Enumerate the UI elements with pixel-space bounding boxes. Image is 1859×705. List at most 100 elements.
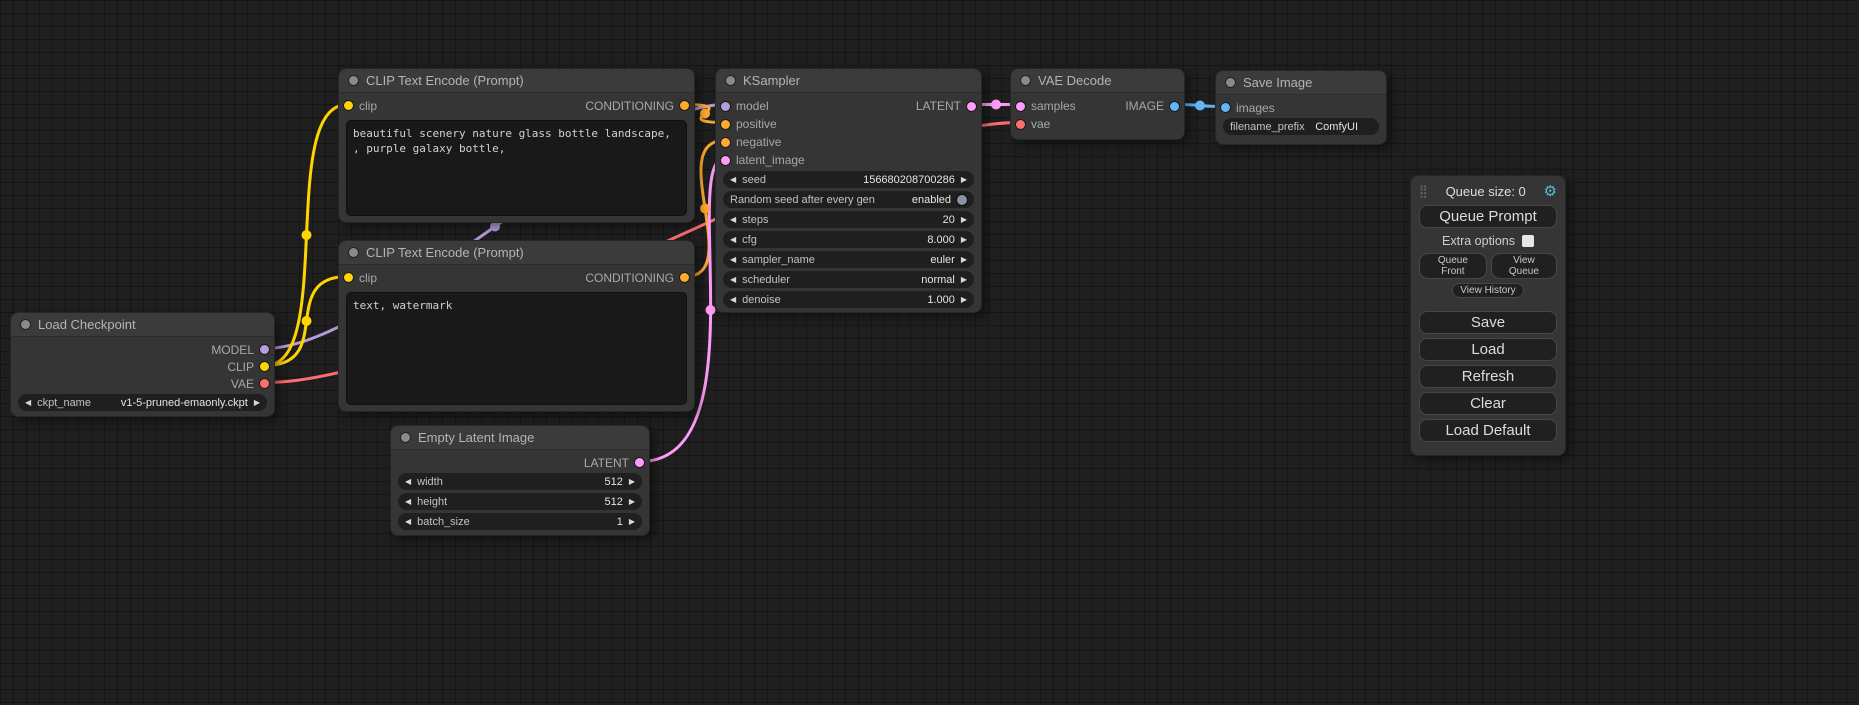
negative-prompt-textarea[interactable]: text, watermark [346,292,687,405]
image-output-port[interactable] [1170,102,1179,111]
positive-input-port[interactable] [721,120,730,129]
random-seed-toggle-widget[interactable]: Random seed after every gen enabled [723,191,974,208]
vae-output-port[interactable] [260,379,269,388]
clear-button[interactable]: Clear [1419,392,1557,415]
input-slot-model: model [721,99,769,113]
sampler-name-widget[interactable]: ◀ sampler_name euler ▶ [723,251,974,268]
extra-options-checkbox[interactable] [1522,235,1534,247]
collapse-dot[interactable] [1021,76,1030,85]
model-input-port[interactable] [721,102,730,111]
latent-output-port[interactable] [967,102,976,111]
ckpt-name-widget[interactable]: ◀ ckpt_name v1-5-pruned-emaonly.ckpt ▶ [18,394,267,411]
negative-input-port[interactable] [721,138,730,147]
seed-widget[interactable]: ◀ seed 156680208700286 ▶ [723,171,974,188]
toggle-knob[interactable] [957,195,967,205]
increment-arrow-icon[interactable]: ▶ [961,296,967,304]
slot-row: LATENT [391,454,649,471]
load-default-button[interactable]: Load Default [1419,419,1557,442]
view-history-button[interactable]: View History [1452,283,1523,298]
decrement-arrow-icon[interactable]: ◀ [730,236,736,244]
model-output-port[interactable] [260,345,269,354]
slot-row: CLIP [11,358,274,375]
denoise-widget[interactable]: ◀ denoise 1.000 ▶ [723,291,974,308]
widget-label: filename_prefix [1230,121,1305,133]
collapse-dot[interactable] [349,76,358,85]
collapse-dot[interactable] [1226,78,1235,87]
decrement-arrow-icon[interactable]: ◀ [730,276,736,284]
view-queue-button[interactable]: View Queue [1491,253,1557,279]
decrement-arrow-icon[interactable]: ◀ [730,176,736,184]
collapse-dot[interactable] [349,248,358,257]
increment-arrow-icon[interactable]: ▶ [629,478,635,486]
output-label: IMAGE [1125,99,1164,113]
queue-front-button[interactable]: Queue Front [1419,253,1487,279]
steps-widget[interactable]: ◀ steps 20 ▶ [723,211,974,228]
increment-arrow-icon[interactable]: ▶ [961,216,967,224]
node-title-bar[interactable]: CLIP Text Encode (Prompt) [339,241,694,265]
decrement-arrow-icon[interactable]: ◀ [25,399,31,407]
clip-output-port[interactable] [260,362,269,371]
node-title-bar[interactable]: CLIP Text Encode (Prompt) [339,69,694,93]
increment-arrow-icon[interactable]: ▶ [961,256,967,264]
node-vae-decode[interactable]: VAE Decode samples IMAGE vae [1010,68,1185,140]
input-label: vae [1031,117,1050,131]
decrement-arrow-icon[interactable]: ◀ [730,296,736,304]
slot-list: samples IMAGE vae [1011,93,1184,133]
node-title-bar[interactable]: KSampler [716,69,981,93]
queue-prompt-button[interactable]: Queue Prompt [1419,205,1557,228]
clip-input-port[interactable] [344,273,353,282]
extra-options-label: Extra options [1442,234,1515,248]
refresh-button[interactable]: Refresh [1419,365,1557,388]
decrement-arrow-icon[interactable]: ◀ [405,478,411,486]
node-empty-latent-image[interactable]: Empty Latent Image LATENT ◀ width 512 ▶ … [390,425,650,536]
collapse-dot[interactable] [21,320,30,329]
decrement-arrow-icon[interactable]: ◀ [730,256,736,264]
output-label: MODEL [211,343,254,357]
input-label: model [736,99,769,113]
scheduler-widget[interactable]: ◀ scheduler normal ▶ [723,271,974,288]
slot-row: clip CONDITIONING [339,97,694,114]
height-widget[interactable]: ◀ height 512 ▶ [398,493,642,510]
collapse-dot[interactable] [401,433,410,442]
drag-handle-icon[interactable]: ⣿ [1419,184,1428,198]
conditioning-output-port[interactable] [680,101,689,110]
collapse-dot[interactable] [726,76,735,85]
widget-label: ckpt_name [37,397,91,409]
decrement-arrow-icon[interactable]: ◀ [405,498,411,506]
increment-arrow-icon[interactable]: ▶ [961,276,967,284]
node-save-image[interactable]: Save Image images filename_prefix ComfyU… [1215,70,1387,145]
node-title-bar[interactable]: VAE Decode [1011,69,1184,93]
vae-input-port[interactable] [1016,120,1025,129]
increment-arrow-icon[interactable]: ▶ [254,399,260,407]
increment-arrow-icon[interactable]: ▶ [629,518,635,526]
node-title-bar[interactable]: Save Image [1216,71,1386,95]
save-button[interactable]: Save [1419,311,1557,334]
increment-arrow-icon[interactable]: ▶ [961,176,967,184]
node-title-bar[interactable]: Load Checkpoint [11,313,274,337]
batch-size-widget[interactable]: ◀ batch_size 1 ▶ [398,513,642,530]
node-ksampler[interactable]: KSampler model LATENT positive [715,68,982,313]
node-clip-text-encode-negative[interactable]: CLIP Text Encode (Prompt) clip CONDITION… [338,240,695,412]
samples-input-port[interactable] [1016,102,1025,111]
increment-arrow-icon[interactable]: ▶ [629,498,635,506]
input-label: samples [1031,99,1076,113]
latent-image-input-port[interactable] [721,156,730,165]
conditioning-output-port[interactable] [680,273,689,282]
node-title-bar[interactable]: Empty Latent Image [391,426,649,450]
positive-prompt-textarea[interactable]: beautiful scenery nature glass bottle la… [346,120,687,216]
node-clip-text-encode-positive[interactable]: CLIP Text Encode (Prompt) clip CONDITION… [338,68,695,223]
latent-output-port[interactable] [635,458,644,467]
settings-gear-icon[interactable]: ⚙ [1544,184,1557,199]
decrement-arrow-icon[interactable]: ◀ [730,216,736,224]
increment-arrow-icon[interactable]: ▶ [961,236,967,244]
widget-list: filename_prefix ComfyUI [1216,118,1386,135]
node-load-checkpoint[interactable]: Load Checkpoint MODEL CLIP VAE [10,312,275,417]
node-canvas[interactable]: Load Checkpoint MODEL CLIP VAE [0,0,1859,705]
images-input-port[interactable] [1221,103,1230,112]
decrement-arrow-icon[interactable]: ◀ [405,518,411,526]
width-widget[interactable]: ◀ width 512 ▶ [398,473,642,490]
load-button[interactable]: Load [1419,338,1557,361]
cfg-widget[interactable]: ◀ cfg 8.000 ▶ [723,231,974,248]
filename-prefix-widget[interactable]: filename_prefix ComfyUI [1223,118,1379,135]
clip-input-port[interactable] [344,101,353,110]
